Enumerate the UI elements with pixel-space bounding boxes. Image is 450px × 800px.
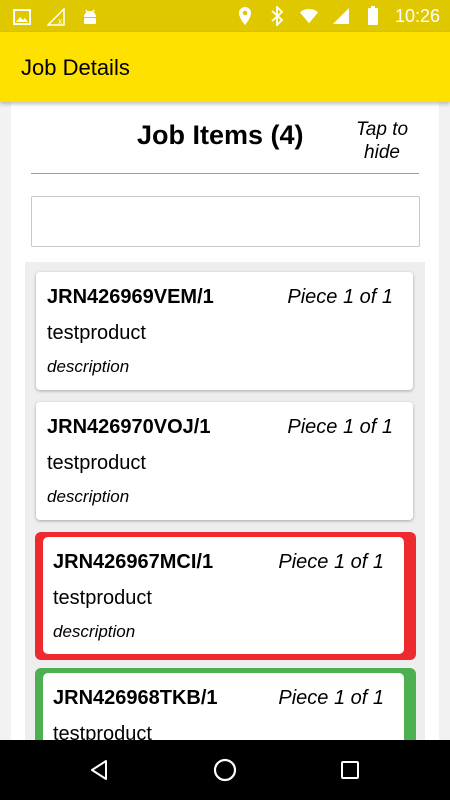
job-item-description: description bbox=[47, 357, 130, 376]
job-item-description: description bbox=[53, 622, 136, 641]
job-item-ref: JRN426967MCI/1 bbox=[53, 551, 214, 573]
back-icon[interactable] bbox=[84, 755, 114, 785]
job-item-card[interactable]: JRN426969VEM/1 Piece 1 of 1 testproduct … bbox=[36, 272, 413, 390]
job-item-product: testproduct bbox=[53, 587, 152, 609]
image-icon bbox=[12, 6, 32, 28]
home-icon[interactable] bbox=[210, 755, 240, 785]
job-item-card-flagged[interactable]: JRN426967MCI/1 Piece 1 of 1 testproduct … bbox=[35, 532, 416, 660]
job-items-title: Job Items (4) bbox=[137, 120, 304, 150]
job-item-ref: JRN426970VOJ/1 bbox=[47, 416, 211, 438]
job-items-panel: Job Items (4) Tap to hide JRN426969VEM/1… bbox=[11, 102, 439, 740]
status-bar: x 10:26 bbox=[0, 0, 450, 32]
job-items-header: Job Items (4) Tap to hide bbox=[31, 116, 419, 174]
job-item-piece: Piece 1 of 1 bbox=[287, 416, 393, 438]
job-item-ref: JRN426968TKB/1 bbox=[53, 687, 218, 709]
job-item-card-body: JRN426967MCI/1 Piece 1 of 1 testproduct … bbox=[43, 537, 404, 654]
job-item-product: testproduct bbox=[53, 723, 152, 740]
no-signal-icon: x bbox=[46, 6, 66, 28]
page-title: Job Details bbox=[21, 55, 130, 80]
job-item-card[interactable]: JRN426970VOJ/1 Piece 1 of 1 testproduct … bbox=[36, 402, 413, 520]
job-item-product: testproduct bbox=[47, 322, 146, 344]
job-item-piece: Piece 1 of 1 bbox=[278, 687, 384, 709]
job-item-card-confirmed[interactable]: JRN426968TKB/1 Piece 1 of 1 testproduct … bbox=[35, 668, 416, 740]
job-item-description: description bbox=[47, 487, 130, 506]
battery-icon bbox=[363, 5, 383, 27]
bluetooth-icon bbox=[267, 5, 287, 27]
tap-to-hide-button[interactable]: Tap to hide bbox=[345, 118, 419, 164]
search-input[interactable] bbox=[31, 196, 420, 247]
job-item-card-body: JRN426968TKB/1 Piece 1 of 1 testproduct … bbox=[43, 673, 404, 740]
job-item-piece: Piece 1 of 1 bbox=[287, 286, 393, 308]
job-items-list: JRN426969VEM/1 Piece 1 of 1 testproduct … bbox=[25, 262, 425, 740]
job-item-ref: JRN426969VEM/1 bbox=[47, 286, 214, 308]
recents-icon[interactable] bbox=[335, 755, 365, 785]
android-icon bbox=[80, 6, 100, 28]
status-time: 10:26 bbox=[394, 6, 440, 26]
wifi-icon bbox=[299, 5, 319, 27]
content-area: Job Items (4) Tap to hide JRN426969VEM/1… bbox=[0, 102, 450, 740]
job-item-product: testproduct bbox=[47, 452, 146, 474]
app-bar: Job Details bbox=[0, 32, 450, 102]
svg-text:x: x bbox=[58, 16, 63, 26]
location-icon bbox=[235, 5, 255, 27]
job-item-piece: Piece 1 of 1 bbox=[278, 551, 384, 573]
navigation-bar bbox=[0, 740, 450, 800]
signal-icon bbox=[331, 5, 351, 27]
